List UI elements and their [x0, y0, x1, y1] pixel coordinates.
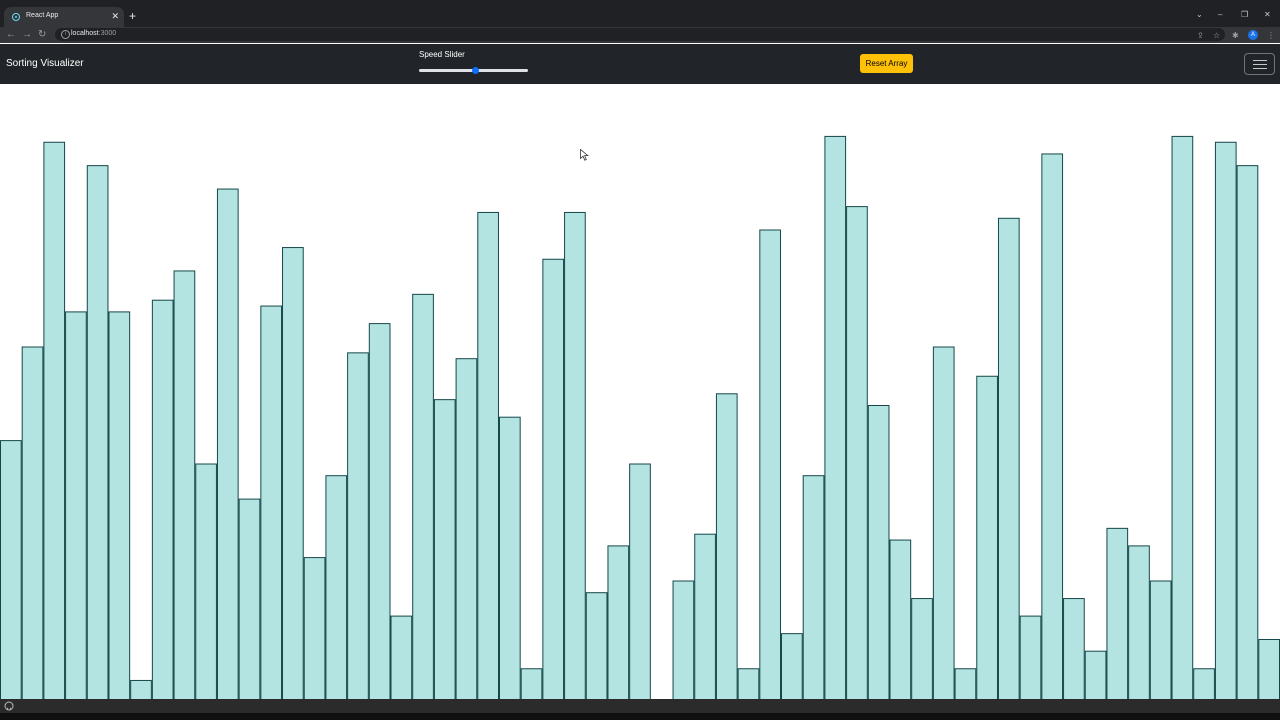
array-bar — [21, 346, 44, 699]
array-bar — [889, 539, 912, 699]
reload-icon[interactable]: ↻ — [38, 28, 46, 42]
app-brand[interactable]: Sorting Visualizer — [6, 58, 84, 69]
back-icon[interactable]: ← — [6, 28, 16, 42]
array-bar — [238, 498, 261, 699]
array-bar — [1128, 545, 1150, 699]
close-tab-icon[interactable]: ✕ — [111, 10, 119, 22]
array-bar — [1258, 639, 1280, 699]
array-bar — [846, 206, 868, 699]
array-bar — [86, 165, 109, 699]
array-bar — [195, 463, 217, 699]
mouse-cursor-icon — [580, 149, 589, 161]
browser-tab-strip: React App ✕ + ⌄ – ❐ ✕ — [0, 0, 1280, 27]
profile-avatar[interactable]: A — [1248, 30, 1258, 40]
speed-slider[interactable] — [419, 64, 528, 76]
url-text: localhost:3000 — [71, 30, 117, 37]
browser-menu-icon[interactable]: ⋮ — [1267, 30, 1275, 41]
restore-icon[interactable]: ❐ — [1241, 9, 1248, 21]
app-navbar: Sorting Visualizer Speed Slider Reset Ar… — [0, 44, 1280, 84]
array-bar — [43, 141, 66, 699]
browser-tab[interactable]: React App ✕ — [4, 7, 124, 27]
bookmark-star-icon[interactable]: ☆ — [1213, 30, 1220, 41]
reset-array-button[interactable]: Reset Array — [860, 54, 913, 73]
react-favicon-icon — [12, 13, 20, 21]
array-bars-chart — [0, 135, 1280, 699]
taskbar — [0, 699, 1280, 713]
speed-slider-label: Speed Slider — [419, 50, 465, 59]
bottom-strip — [0, 713, 1280, 720]
array-bar — [130, 679, 152, 699]
array-bar — [347, 352, 369, 699]
extensions-icon[interactable]: ✱ — [1232, 30, 1239, 41]
array-bar — [65, 311, 87, 699]
site-info-icon[interactable]: i — [61, 30, 70, 39]
tab-title: React App — [26, 12, 59, 19]
array-bar — [1106, 527, 1129, 699]
share-icon[interactable]: ⇪ — [1197, 30, 1204, 41]
array-bar — [0, 440, 22, 699]
window-close-icon[interactable]: ✕ — [1264, 9, 1271, 21]
array-bar — [629, 463, 651, 699]
github-icon[interactable] — [4, 701, 14, 711]
array-bars-area — [0, 84, 1280, 699]
array-bar — [1193, 668, 1215, 699]
array-bar — [433, 399, 456, 699]
array-bar — [824, 135, 847, 699]
array-bar — [542, 258, 565, 699]
array-bar — [412, 293, 434, 699]
array-bar — [1084, 650, 1107, 699]
array-bar — [781, 633, 803, 699]
array-bar — [390, 615, 413, 699]
array-bar — [325, 475, 348, 699]
array-bar — [455, 358, 478, 699]
navbar-toggler-icon[interactable] — [1244, 53, 1275, 75]
array-bar — [911, 598, 933, 699]
array-bar — [1019, 615, 1042, 699]
array-bar — [303, 557, 326, 699]
array-bar — [759, 229, 782, 699]
array-bar — [1041, 153, 1064, 699]
tab-search-icon[interactable]: ⌄ — [1196, 9, 1203, 21]
array-bar — [954, 668, 977, 699]
array-bar — [997, 217, 1020, 699]
url-input[interactable]: i localhost:3000 ⇪ ☆ — [55, 28, 1225, 41]
array-bar — [216, 188, 239, 699]
array-bar — [867, 405, 890, 699]
array-bar — [932, 346, 955, 699]
array-bar — [1171, 135, 1194, 699]
forward-icon[interactable]: → — [22, 28, 32, 42]
array-bar — [282, 247, 304, 699]
array-bar — [108, 311, 131, 699]
address-bar: ← → ↻ i localhost:3000 ⇪ ☆ ✱ ⋮ — [0, 27, 1280, 43]
array-bar — [260, 305, 283, 699]
array-bar — [976, 375, 998, 699]
array-bar — [672, 580, 695, 699]
array-bar — [498, 416, 521, 699]
array-bar — [715, 393, 738, 699]
array-bar — [694, 533, 716, 699]
array-bar — [1149, 580, 1172, 699]
array-bar — [1214, 141, 1237, 699]
array-bar — [477, 211, 499, 699]
array-bar — [564, 211, 586, 699]
array-bar — [802, 475, 825, 699]
array-bar — [173, 270, 196, 699]
speed-slider-thumb[interactable] — [472, 67, 480, 74]
array-bar — [1063, 598, 1085, 699]
array-bar — [1236, 165, 1259, 699]
new-tab-icon[interactable]: + — [129, 9, 136, 23]
array-bar — [368, 323, 391, 699]
array-bar — [607, 545, 630, 699]
array-bar — [520, 668, 543, 699]
array-bar — [585, 592, 608, 699]
array-bar — [151, 299, 174, 699]
array-bar — [737, 668, 760, 699]
minimize-icon[interactable]: – — [1218, 9, 1222, 21]
